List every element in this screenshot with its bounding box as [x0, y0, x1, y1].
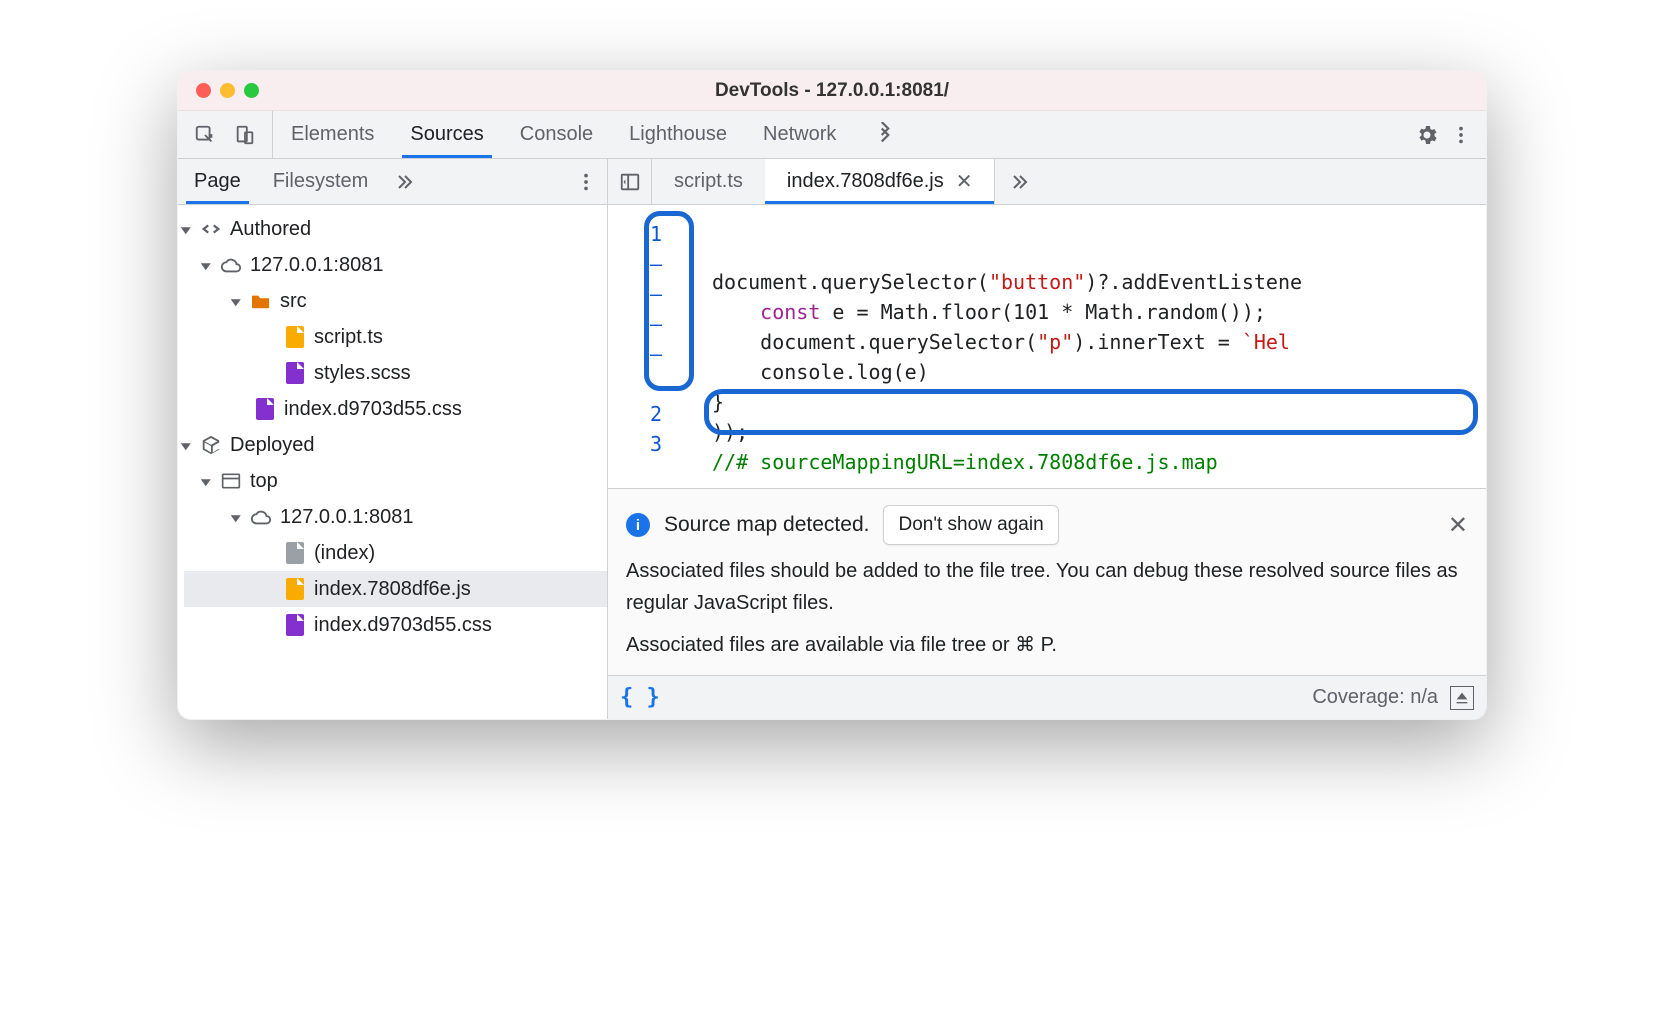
tree-authored[interactable]: Authored [184, 211, 607, 247]
file-icon [284, 542, 306, 564]
window-title: DevTools - 127.0.0.1:8081/ [178, 80, 1486, 102]
editor-tabs-overflow-icon[interactable] [995, 159, 1043, 204]
tree-file-styles-scss[interactable]: styles.scss [184, 355, 607, 391]
device-toolbar-icon[interactable] [228, 118, 262, 152]
editor-statusbar: { } Coverage: n/a [608, 675, 1486, 719]
tabs-overflow-icon[interactable] [854, 111, 916, 158]
file-tree[interactable]: Authored 127.0.0.1:8081 src [178, 205, 607, 719]
nav-tabs-overflow-icon[interactable] [384, 159, 424, 204]
tab-lighthouse[interactable]: Lighthouse [611, 111, 745, 158]
nav-tab-filesystem[interactable]: Filesystem [257, 159, 385, 204]
dont-show-again-button[interactable]: Don't show again [883, 505, 1058, 545]
devtools-toolbar: Elements Sources Console Lighthouse Netw… [178, 111, 1486, 159]
tree-file-index-js[interactable]: index.7808df6e.js [184, 571, 607, 607]
infobar-close-icon[interactable]: ✕ [1448, 511, 1468, 540]
toggle-navigator-icon[interactable] [608, 159, 652, 204]
infobar-text-2: Associated files are available via file … [626, 629, 1468, 661]
settings-gear-icon[interactable] [1410, 118, 1444, 152]
file-icon [284, 614, 306, 636]
tree-top[interactable]: top [184, 463, 607, 499]
box-icon [200, 434, 222, 456]
tree-src-folder[interactable]: src [184, 283, 607, 319]
tree-host[interactable]: 127.0.0.1:8081 [184, 247, 607, 283]
source-map-infobar: i Source map detected. Don't show again … [608, 488, 1486, 675]
folder-icon [250, 290, 272, 312]
tab-network[interactable]: Network [745, 111, 854, 158]
show-debugger-icon[interactable] [1450, 686, 1474, 710]
devtools-main-tabs: Elements Sources Console Lighthouse Netw… [273, 111, 916, 158]
tree-file-script-ts[interactable]: script.ts [184, 319, 607, 355]
tree-host-deployed[interactable]: 127.0.0.1:8081 [184, 499, 607, 535]
editor-tab-script-ts[interactable]: script.ts [652, 159, 765, 204]
cloud-icon [250, 506, 272, 528]
code-icon [200, 218, 222, 240]
code-viewer[interactable]: 1 – – – – 2 3 document.querySelector("bu… [608, 205, 1486, 488]
line-gutter[interactable]: 1 – – – – 2 3 [608, 205, 704, 488]
infobar-title: Source map detected. [664, 513, 869, 537]
close-tab-icon[interactable]: ✕ [956, 169, 973, 194]
file-icon [284, 326, 306, 348]
tab-sources[interactable]: Sources [392, 111, 501, 158]
editor-pane: script.ts index.7808df6e.js ✕ 1 – – – – [608, 159, 1486, 719]
nav-tab-page[interactable]: Page [178, 159, 257, 204]
cloud-icon [220, 254, 242, 276]
tree-deployed[interactable]: Deployed [184, 427, 607, 463]
sources-content: Page Filesystem Authored [178, 159, 1486, 719]
infobar-text-1: Associated files should be added to the … [626, 555, 1468, 619]
nav-more-icon[interactable] [575, 159, 607, 204]
frame-icon [220, 470, 242, 492]
code-text[interactable]: document.querySelector("button")?.addEve… [704, 205, 1486, 488]
file-icon [284, 362, 306, 384]
mac-titlebar: DevTools - 127.0.0.1:8081/ [178, 71, 1486, 111]
tree-file-index-css-deployed[interactable]: index.d9703d55.css [184, 607, 607, 643]
devtools-window: DevTools - 127.0.0.1:8081/ Elements Sour… [177, 70, 1487, 720]
info-icon: i [626, 513, 650, 537]
pretty-print-icon[interactable]: { } [620, 685, 660, 710]
file-icon [254, 398, 276, 420]
inspect-element-icon[interactable] [188, 118, 222, 152]
tab-elements[interactable]: Elements [273, 111, 392, 158]
editor-tab-index-js[interactable]: index.7808df6e.js ✕ [765, 159, 996, 204]
more-menu-icon[interactable] [1444, 118, 1478, 152]
navigator-pane: Page Filesystem Authored [178, 159, 608, 719]
navigator-tabs: Page Filesystem [178, 159, 607, 205]
tree-file-index-css-authored[interactable]: index.d9703d55.css [184, 391, 607, 427]
tree-file-index-html[interactable]: (index) [184, 535, 607, 571]
tab-console[interactable]: Console [502, 111, 611, 158]
editor-tabs: script.ts index.7808df6e.js ✕ [608, 159, 1486, 205]
file-icon [284, 578, 306, 600]
coverage-label: Coverage: n/a [1312, 686, 1450, 709]
